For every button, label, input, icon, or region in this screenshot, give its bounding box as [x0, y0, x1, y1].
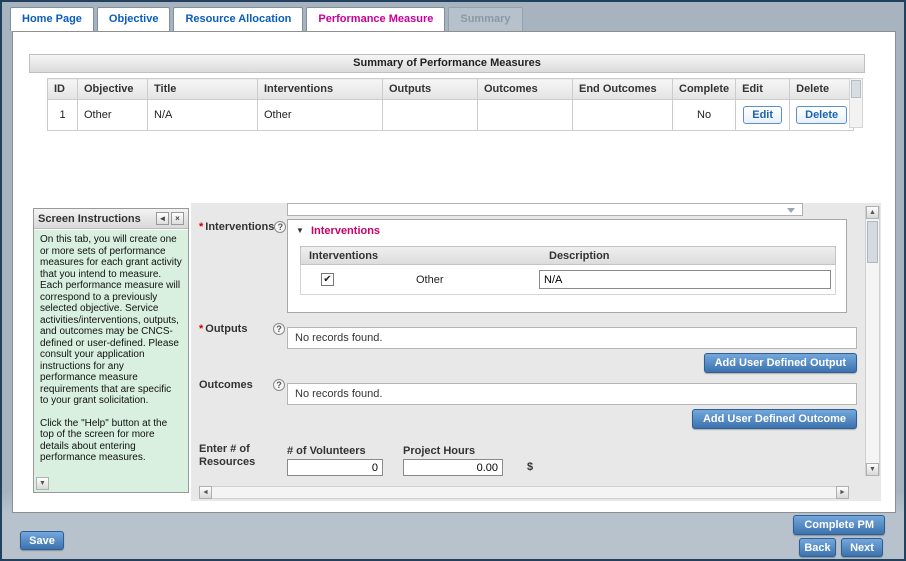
- tab-resource-allocation[interactable]: Resource Allocation: [173, 7, 303, 31]
- col-outputs: Outputs: [383, 79, 478, 100]
- edit-button[interactable]: Edit: [743, 106, 782, 124]
- summary-table-title: Summary of Performance Measures: [29, 54, 865, 73]
- scroll-up-icon[interactable]: ▲: [866, 206, 879, 219]
- performance-measure-form: * Interventions ? ▼ Interventions Interv…: [191, 203, 881, 501]
- intervention-name: Other: [416, 274, 444, 286]
- add-user-defined-outcome-button[interactable]: Add User Defined Outcome: [692, 409, 857, 429]
- screen-instructions-title: Screen Instructions: [38, 213, 154, 225]
- cell-objective: Other: [78, 100, 148, 131]
- intervention-row: ✔ Other: [300, 265, 836, 295]
- screen-instructions-text: On this tab, you will create one or more…: [34, 230, 188, 492]
- summary-table: ID Objective Title Interventions Outputs…: [47, 78, 854, 131]
- help-icon[interactable]: ?: [273, 379, 285, 391]
- interventions-section-title: Interventions: [311, 225, 380, 237]
- table-row: 1 Other N/A Other No Edit Delete: [48, 100, 854, 131]
- intervention-description-input[interactable]: [539, 270, 831, 289]
- outcomes-empty-message: No records found.: [287, 383, 857, 405]
- cell-outcomes: [478, 100, 573, 131]
- egrants-window: Home Page Objective Resource Allocation …: [0, 0, 906, 561]
- required-marker: *: [199, 221, 203, 233]
- outputs-label: Outputs: [205, 323, 273, 335]
- outcomes-label: Outcomes: [199, 379, 273, 391]
- interventions-section-header[interactable]: ▼ Interventions: [296, 225, 380, 237]
- description-column-header: Description: [549, 250, 610, 262]
- cell-end-outcomes: [573, 100, 673, 131]
- cell-id: 1: [48, 100, 78, 131]
- tab-bar: Home Page Objective Resource Allocation …: [10, 7, 523, 31]
- interventions-label: Interventions: [205, 221, 274, 233]
- interventions-column-header: Interventions: [309, 250, 378, 262]
- instructions-paragraph: On this tab, you will create one or more…: [40, 234, 182, 407]
- interventions-section: ▼ Interventions Interventions Descriptio…: [287, 219, 847, 313]
- tab-objective[interactable]: Objective: [97, 7, 171, 31]
- horizontal-scrollbar[interactable]: ◄ ►: [199, 486, 849, 499]
- save-button[interactable]: Save: [20, 531, 64, 550]
- currency-symbol: $: [527, 461, 533, 473]
- col-delete: Delete: [790, 79, 854, 100]
- project-hours-input[interactable]: [403, 459, 503, 476]
- tab-summary: Summary: [448, 7, 522, 31]
- interventions-field-label: * Interventions ?: [199, 221, 285, 233]
- delete-button[interactable]: Delete: [796, 106, 847, 124]
- objective-dropdown[interactable]: [287, 203, 803, 216]
- scroll-right-icon[interactable]: ►: [836, 486, 849, 499]
- screen-instructions-panel: Screen Instructions ◄ × On this tab, you…: [33, 208, 189, 493]
- screen-instructions-header: Screen Instructions ◄ ×: [34, 209, 188, 229]
- cell-delete: Delete: [790, 100, 854, 131]
- help-icon[interactable]: ?: [273, 323, 285, 335]
- vertical-scrollbar[interactable]: ▲ ▼: [865, 206, 880, 476]
- chevron-down-icon: [787, 208, 795, 213]
- back-button[interactable]: Back: [799, 538, 836, 557]
- scrollbar-thumb[interactable]: [867, 221, 878, 263]
- cell-outputs: [383, 100, 478, 131]
- close-icon[interactable]: ×: [171, 212, 184, 225]
- scroll-left-icon[interactable]: ◄: [199, 486, 212, 499]
- section-expanded-icon: ▼: [296, 226, 304, 235]
- interventions-table-header: Interventions Description: [300, 246, 836, 265]
- summary-table-scrollbar[interactable]: [849, 78, 863, 128]
- required-marker: *: [199, 323, 203, 335]
- next-button[interactable]: Next: [841, 538, 883, 557]
- help-icon[interactable]: ?: [274, 221, 286, 233]
- project-hours-label: Project Hours: [403, 445, 475, 457]
- summary-table-header-row: ID Objective Title Interventions Outputs…: [48, 79, 854, 100]
- cell-title: N/A: [148, 100, 258, 131]
- cell-complete: No: [673, 100, 736, 131]
- col-interventions: Interventions: [258, 79, 383, 100]
- col-edit: Edit: [736, 79, 790, 100]
- scrollbar-thumb[interactable]: [851, 80, 861, 98]
- outcomes-field-label: Outcomes ?: [199, 379, 285, 391]
- outputs-field-label: * Outputs ?: [199, 323, 285, 335]
- volunteers-input[interactable]: [287, 459, 383, 476]
- collapse-left-icon[interactable]: ◄: [156, 212, 169, 225]
- intervention-checkbox[interactable]: ✔: [321, 273, 334, 286]
- col-objective: Objective: [78, 79, 148, 100]
- outputs-empty-message: No records found.: [287, 327, 857, 349]
- volunteers-label: # of Volunteers: [287, 445, 366, 457]
- tab-home-page[interactable]: Home Page: [10, 7, 94, 31]
- scroll-down-icon[interactable]: ▼: [866, 463, 879, 476]
- instructions-paragraph: Click the "Help" button at the top of th…: [40, 418, 182, 464]
- scroll-down-icon[interactable]: ▼: [36, 477, 49, 490]
- tab-performance-measure[interactable]: Performance Measure: [306, 7, 445, 31]
- cell-edit: Edit: [736, 100, 790, 131]
- col-outcomes: Outcomes: [478, 79, 573, 100]
- complete-pm-button[interactable]: Complete PM: [793, 515, 885, 535]
- col-title: Title: [148, 79, 258, 100]
- resources-label: Enter # of Resources: [199, 443, 281, 469]
- main-panel: Summary of Performance Measures ID Objec…: [12, 31, 896, 513]
- col-end-outcomes: End Outcomes: [573, 79, 673, 100]
- col-id: ID: [48, 79, 78, 100]
- col-complete: Complete: [673, 79, 736, 100]
- cell-interventions: Other: [258, 100, 383, 131]
- add-user-defined-output-button[interactable]: Add User Defined Output: [704, 353, 857, 373]
